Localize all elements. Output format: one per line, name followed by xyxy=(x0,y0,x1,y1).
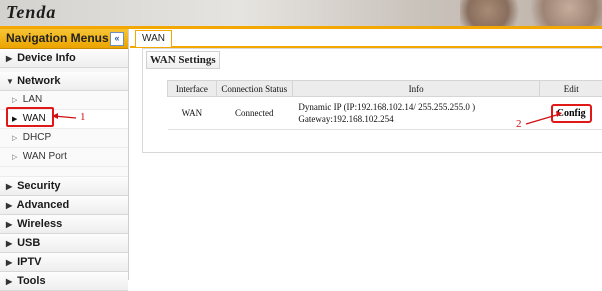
info-ip: Dynamic IP (IP:192.168.102.14/ 255.255.2… xyxy=(298,101,539,113)
wan-table: Interface Connection Status Info Edit WA… xyxy=(167,80,602,130)
right-triangle-icon: ▶ xyxy=(6,178,14,196)
right-triangle-icon: ▷ xyxy=(12,149,20,167)
panel-title: WAN Settings xyxy=(146,51,220,69)
sidebar-item-tools[interactable]: ▶ Tools xyxy=(0,272,128,291)
sidebar-item-network[interactable]: ▼ Network xyxy=(0,72,128,91)
sidebar-item-label: Device Info xyxy=(17,52,76,64)
right-triangle-icon: ▶ xyxy=(6,216,14,234)
right-triangle-icon: ▶ xyxy=(6,254,14,272)
sidebar-item-wireless[interactable]: ▶ Wireless xyxy=(0,215,128,234)
header-banner-image-2 xyxy=(520,0,602,26)
sidebar-item-usb[interactable]: ▶ USB xyxy=(0,234,128,253)
right-triangle-icon: ▷ xyxy=(12,130,20,148)
sidebar-item-security[interactable]: ▶ Security xyxy=(0,177,128,196)
sidebar-subitem-dhcp[interactable]: ▷ DHCP xyxy=(0,129,128,148)
sidebar-item-label: Advanced xyxy=(17,199,70,211)
table-header-row: Interface Connection Status Info Edit xyxy=(168,81,602,97)
right-triangle-icon: ▶ xyxy=(6,273,14,291)
sidebar-title: Navigation Menus xyxy=(6,31,109,45)
status-cell: Connected xyxy=(216,97,292,130)
collapse-icon[interactable]: « xyxy=(110,32,124,46)
interface-cell: WAN xyxy=(168,97,217,130)
right-triangle-icon: ▶ xyxy=(6,50,14,68)
sidebar-item-label: Wireless xyxy=(17,218,62,230)
config-button[interactable]: Config xyxy=(551,104,592,123)
annotation-label-2: 2 xyxy=(516,118,522,130)
right-triangle-icon: ▶ xyxy=(6,235,14,253)
annotation-label-1: 1 xyxy=(80,111,86,123)
column-header: Edit xyxy=(540,81,602,97)
navigation-sidebar: Navigation Menus « ▶ Device Info ▼ Netwo… xyxy=(0,29,129,280)
down-triangle-icon: ▼ xyxy=(6,73,14,91)
sidebar-subitem-label: LAN xyxy=(23,94,42,105)
info-gateway: Gateway:192.168.102.254 xyxy=(298,113,539,125)
info-cell: Dynamic IP (IP:192.168.102.14/ 255.255.2… xyxy=(292,97,540,130)
sidebar-item-device-info[interactable]: ▶ Device Info xyxy=(0,49,128,68)
sidebar-header: Navigation Menus « xyxy=(0,29,128,49)
column-header: Interface xyxy=(168,81,217,97)
wan-settings-panel: WAN Settings Interface Connection Status… xyxy=(142,48,602,153)
tenda-logo: Tenda xyxy=(6,2,56,23)
column-header: Info xyxy=(292,81,540,97)
sidebar-item-label: Tools xyxy=(17,275,46,287)
sidebar-subitem-label: DHCP xyxy=(23,132,51,143)
sidebar-item-label: Security xyxy=(17,180,60,192)
wan-highlight-box xyxy=(6,107,54,127)
sidebar-subitem-label: WAN Port xyxy=(23,151,67,162)
right-triangle-icon: ▶ xyxy=(6,197,14,215)
sidebar-item-label: IPTV xyxy=(17,256,41,268)
sidebar-item-label: USB xyxy=(17,237,40,249)
sidebar-item-iptv[interactable]: ▶ IPTV xyxy=(0,253,128,272)
sidebar-item-advanced[interactable]: ▶ Advanced xyxy=(0,196,128,215)
table-row: WAN Connected Dynamic IP (IP:192.168.102… xyxy=(168,97,602,130)
sidebar-subitem-wan-port[interactable]: ▷ WAN Port xyxy=(0,148,128,167)
tab-wan[interactable]: WAN xyxy=(135,30,172,47)
edit-cell: Config xyxy=(540,97,602,130)
column-header: Connection Status xyxy=(216,81,292,97)
tab-bar: WAN xyxy=(130,29,602,48)
sidebar-item-label: Network xyxy=(17,75,60,87)
app-header: Tenda xyxy=(0,0,602,26)
